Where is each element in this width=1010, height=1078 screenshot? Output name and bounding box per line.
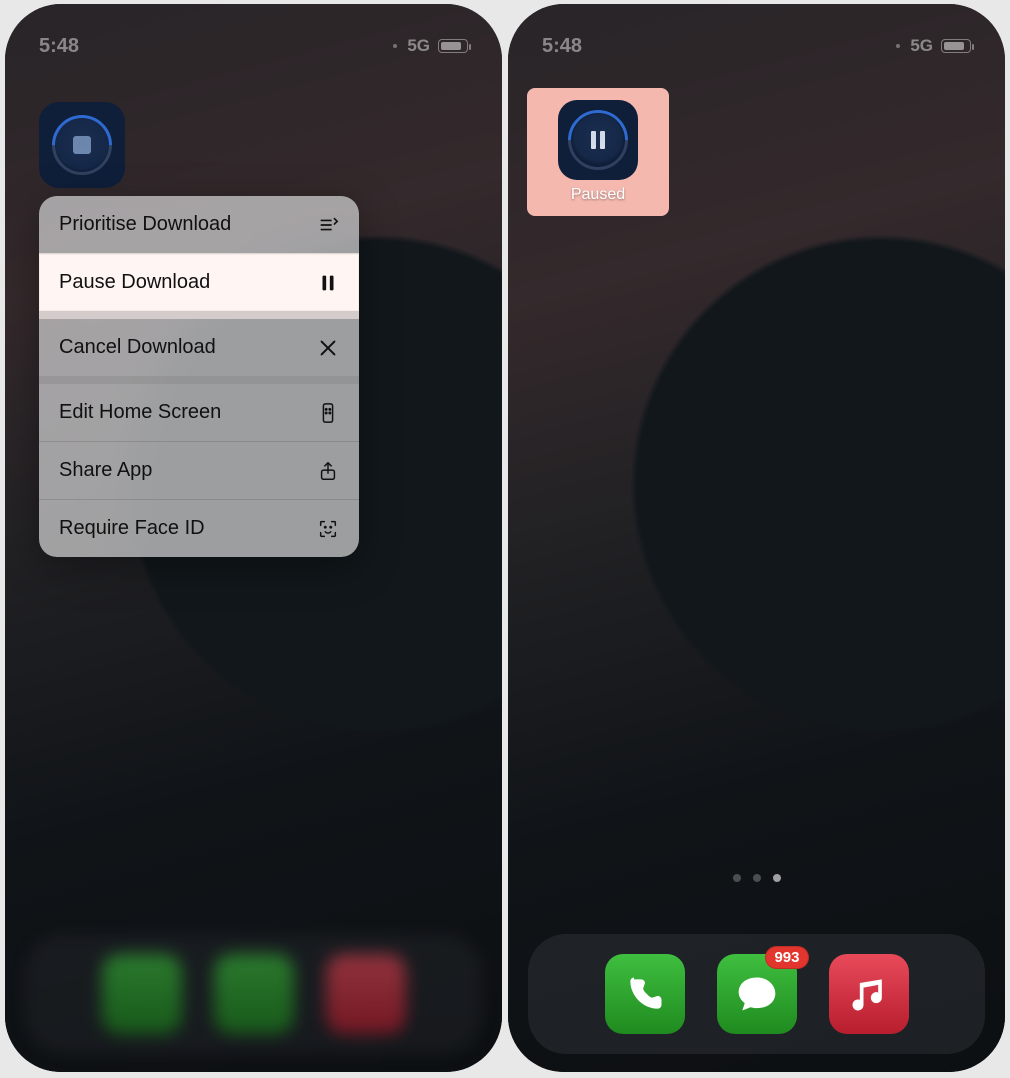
download-progress-ring <box>40 103 125 188</box>
signal-icon <box>896 44 900 48</box>
menu-item-label: Cancel Download <box>59 336 317 359</box>
page-indicator[interactable] <box>733 874 781 882</box>
close-icon <box>317 337 339 359</box>
menu-item-label: Edit Home Screen <box>59 401 317 424</box>
paused-app-highlight: Paused <box>527 88 669 216</box>
status-time: 5:48 <box>39 35 79 58</box>
menu-item-label: Prioritise Download <box>59 213 317 236</box>
menu-item-label: Pause Download <box>59 271 317 294</box>
app-icon-downloading[interactable] <box>39 102 125 188</box>
pause-icon <box>317 272 339 294</box>
dock: 993 <box>528 934 985 1054</box>
dock <box>25 934 482 1054</box>
page-dot <box>753 874 761 882</box>
network-label: 5G <box>407 36 430 56</box>
dock-icon-music[interactable] <box>829 954 909 1034</box>
dock-icon-messages[interactable] <box>214 954 294 1034</box>
battery-icon <box>438 39 468 53</box>
menu-item-edit-home-screen[interactable]: Edit Home Screen <box>39 384 359 442</box>
dock-icon-music[interactable] <box>326 954 406 1034</box>
messages-badge: 993 <box>765 946 808 969</box>
menu-item-cancel-download[interactable]: Cancel Download <box>39 319 359 384</box>
faceid-icon <box>317 518 339 540</box>
dock-icon-phone[interactable] <box>102 954 182 1034</box>
dock-icon-messages[interactable]: 993 <box>717 954 797 1034</box>
status-right: 5G <box>896 36 971 56</box>
network-label: 5G <box>910 36 933 56</box>
menu-item-label: Require Face ID <box>59 517 317 540</box>
menu-item-share-app[interactable]: Share App <box>39 442 359 500</box>
app-icon-paused[interactable] <box>558 100 638 180</box>
phone-edit-icon <box>317 402 339 424</box>
context-menu: Prioritise Download Pause Download Cance… <box>39 196 359 557</box>
dock-icon-phone[interactable] <box>605 954 685 1034</box>
status-right: 5G <box>393 36 468 56</box>
battery-icon <box>941 39 971 53</box>
menu-item-require-face-id[interactable]: Require Face ID <box>39 500 359 557</box>
page-dot-active <box>773 874 781 882</box>
status-time: 5:48 <box>542 35 582 58</box>
page-dot <box>733 874 741 882</box>
menu-item-prioritise-download[interactable]: Prioritise Download <box>39 196 359 254</box>
menu-item-label: Share App <box>59 459 317 482</box>
priority-icon <box>317 214 339 236</box>
status-bar: 5:48 5G <box>5 24 502 68</box>
menu-item-pause-download[interactable]: Pause Download <box>39 254 359 319</box>
share-icon <box>317 460 339 482</box>
app-status-label: Paused <box>571 186 625 204</box>
phone-screenshot-left: 5:48 5G Prioritise Download Pause Downlo… <box>5 4 502 1072</box>
download-progress-ring <box>556 98 641 183</box>
phone-screenshot-right: 5:48 5G Paused 993 <box>508 4 1005 1072</box>
status-bar: 5:48 5G <box>508 24 1005 68</box>
signal-icon <box>393 44 397 48</box>
